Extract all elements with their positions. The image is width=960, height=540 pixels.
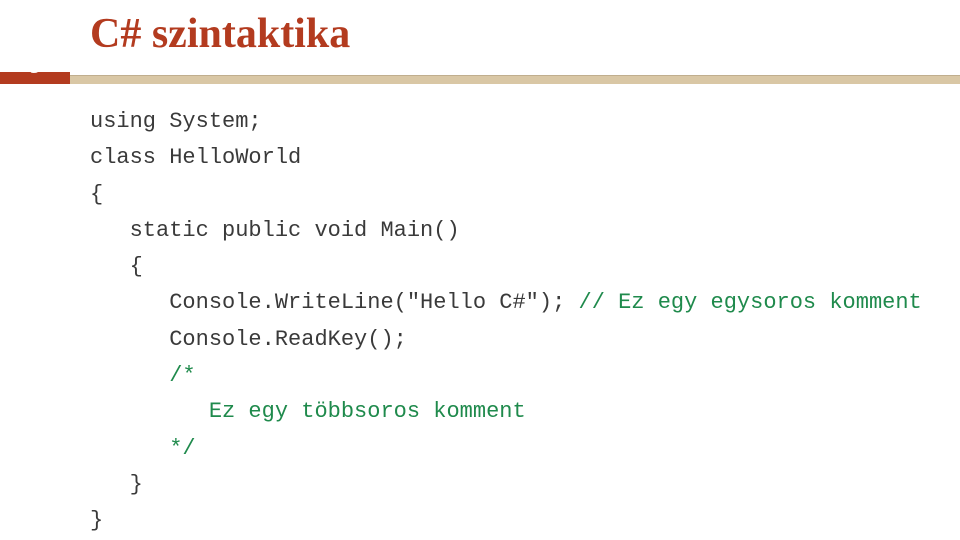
code-line-6a: Console.WriteLine("Hello C#"); <box>169 290 578 315</box>
divider: 5 <box>0 72 960 84</box>
code-line-11-indent <box>90 472 130 497</box>
slide-title: C# szintaktika <box>0 0 960 72</box>
code-line-8-indent <box>90 363 169 388</box>
page-number-box: 5 <box>0 72 70 84</box>
code-comment-multi-body: Ez egy többsoros komment <box>209 399 526 424</box>
code-line-10-indent <box>90 436 169 461</box>
code-line-7-indent <box>90 327 169 352</box>
code-line-4: static public void Main() <box>130 218 460 243</box>
code-line-5-indent <box>90 254 130 279</box>
code-line-3: { <box>90 182 103 207</box>
code-comment-multi-close: */ <box>169 436 195 461</box>
code-comment-multi-open: /* <box>169 363 195 388</box>
code-line-5: { <box>130 254 143 279</box>
code-line-1: using System; <box>90 109 262 134</box>
code-comment-single: // Ez egy egysoros komment <box>579 290 922 315</box>
code-line-9-indent <box>90 399 209 424</box>
code-line-4-indent <box>90 218 130 243</box>
code-line-6-indent <box>90 290 169 315</box>
code-line-11: } <box>130 472 143 497</box>
page-number: 5 <box>0 60 70 72</box>
divider-line <box>70 75 960 84</box>
code-block: using System; class HelloWorld { static … <box>0 104 960 540</box>
code-line-2: class HelloWorld <box>90 145 301 170</box>
code-line-7: Console.ReadKey(); <box>169 327 407 352</box>
